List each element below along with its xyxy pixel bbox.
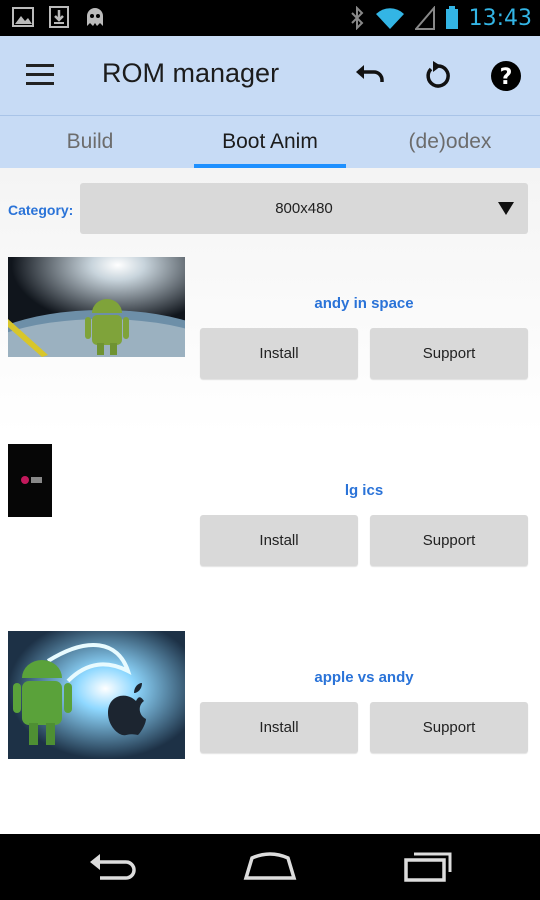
download-icon — [49, 6, 69, 28]
install-button[interactable]: Install — [200, 515, 358, 566]
category-label: Category: — [8, 202, 74, 218]
boot-anim-list: Category: 800x480 andy in space Install … — [0, 168, 540, 834]
category-select[interactable]: 800x480 — [80, 183, 528, 234]
category-value: 800x480 — [275, 200, 333, 217]
back-icon[interactable] — [86, 848, 142, 884]
wifi-icon — [375, 8, 404, 29]
apple-vs-andy-thumbnail[interactable] — [8, 631, 185, 759]
help-icon[interactable]: ? — [488, 58, 524, 94]
andy-in-space-thumbnail[interactable] — [8, 257, 185, 357]
status-bar: 13:43 — [0, 0, 540, 36]
app-title: ROM manager — [102, 58, 280, 88]
install-button[interactable]: Install — [200, 328, 358, 379]
menu-icon[interactable] — [26, 64, 54, 86]
ghost-icon — [87, 8, 103, 26]
refresh-icon[interactable] — [420, 58, 456, 94]
home-icon[interactable] — [242, 848, 298, 884]
navigation-bar — [0, 834, 540, 900]
action-bar: ROM manager ? — [0, 36, 540, 116]
item-name: lg ics — [344, 482, 384, 499]
support-button[interactable]: Support — [370, 328, 528, 379]
bluetooth-icon — [350, 6, 364, 30]
support-button[interactable]: Support — [370, 702, 528, 753]
tab-boot-anim[interactable]: Boot Anim — [180, 116, 360, 168]
clock: 13:43 — [468, 5, 532, 31]
list-item: apple vs andy Install Support — [0, 631, 540, 761]
lg-ics-thumbnail[interactable] — [8, 444, 52, 517]
image-icon — [12, 7, 34, 27]
dropdown-arrow-icon — [498, 202, 514, 215]
install-button[interactable]: Install — [200, 702, 358, 753]
svg-text:?: ? — [500, 65, 513, 90]
signal-icon — [414, 6, 435, 30]
tab-deodex[interactable]: (de)odex — [360, 116, 540, 168]
item-name: apple vs andy — [314, 669, 414, 686]
support-button[interactable]: Support — [370, 515, 528, 566]
recents-icon[interactable] — [400, 848, 456, 884]
item-name: andy in space — [314, 295, 414, 312]
tab-bar: Build Boot Anim (de)odex — [0, 116, 540, 168]
tab-build[interactable]: Build — [0, 116, 180, 168]
battery-icon — [445, 6, 458, 29]
list-item: andy in space Install Support — [0, 257, 540, 387]
undo-icon[interactable] — [352, 58, 388, 94]
list-item: lg ics Install Support — [0, 444, 540, 574]
